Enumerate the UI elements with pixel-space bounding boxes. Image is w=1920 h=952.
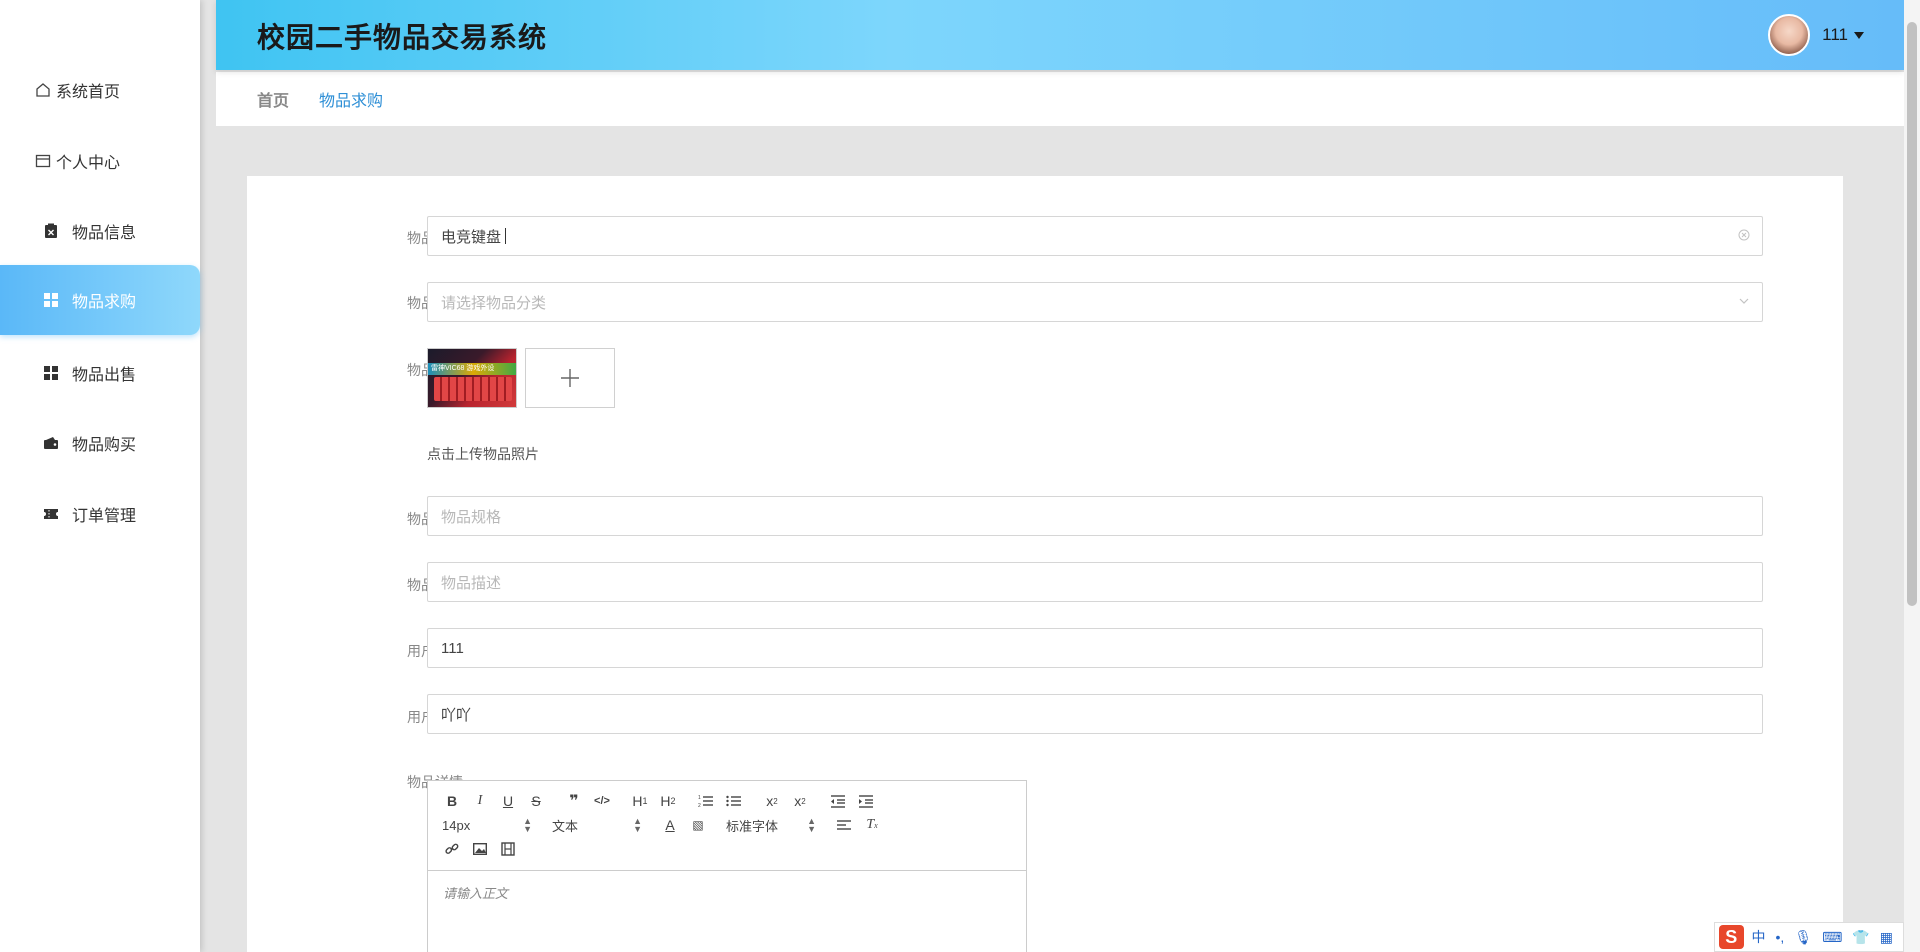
rich-text-editor[interactable]: B I U S ❞ </> H1 H2 12 x2 x2 14px ▲ ▼ 文本… — [427, 780, 1027, 952]
bold-button[interactable]: B — [438, 789, 466, 813]
link-icon[interactable] — [438, 837, 466, 861]
sidebar: 系统首页 个人中心 物品信息 物品求购 物品出售 物品购买 订单管理 — [0, 0, 200, 952]
category-placeholder: 请选择物品分类 — [441, 294, 547, 312]
sidebar-item-label: 物品购买 — [72, 437, 137, 454]
editor-toolbar: B I U S ❞ </> H1 H2 12 x2 x2 14px ▲ ▼ 文本… — [428, 781, 1026, 871]
sidebar-item-home[interactable]: 系统首页 — [0, 55, 200, 125]
page-scrollbar[interactable] — [1904, 0, 1920, 952]
sidebar-item-item-info[interactable]: 物品信息 — [0, 196, 200, 266]
username-input[interactable]: 吖吖 — [427, 694, 1763, 734]
font-size-select[interactable]: 14px ▲ ▼ — [438, 813, 536, 837]
heading2-button[interactable]: H2 — [654, 789, 682, 813]
sidebar-item-label: 物品出售 — [72, 367, 137, 384]
font-family-value: 标准字体 — [726, 818, 779, 834]
thumbnail-keyboard — [434, 377, 512, 401]
form-card: 物品名称 电竞键盘 物品分类 请选择物品分类 物品照片 雷神VIC68 游戏外设… — [247, 176, 1843, 952]
app-title: 校园二手物品交易系统 — [257, 22, 548, 53]
plus-icon — [561, 369, 579, 387]
chevron-down-icon[interactable] — [1738, 295, 1750, 310]
scroll-thumb[interactable] — [1907, 22, 1917, 606]
font-color-icon[interactable]: A — [656, 813, 684, 837]
top-header: 校园二手物品交易系统 111 — [216, 0, 1904, 70]
sidebar-item-label: 物品信息 — [72, 225, 137, 242]
superscript-button[interactable]: x2 — [786, 789, 814, 813]
sidebar-item-orders[interactable]: 订单管理 — [0, 479, 200, 549]
sidebar-item-label: 系统首页 — [56, 84, 121, 101]
username[interactable]: 111 — [1822, 25, 1848, 45]
spec-input[interactable]: 物品规格 — [427, 496, 1763, 536]
purse-icon — [42, 434, 60, 452]
skin-icon[interactable]: 👕 — [1852, 929, 1869, 946]
toolbox-icon[interactable]: ▦ — [1880, 929, 1893, 946]
upload-button[interactable] — [525, 348, 615, 408]
breadcrumb: 首页 物品求购 — [216, 72, 1904, 126]
breadcrumb-current: 物品求购 — [319, 93, 384, 110]
punctuation-icon[interactable]: •, — [1776, 929, 1785, 945]
microphone-icon[interactable]: 🎙 — [1794, 929, 1812, 946]
updown-icon: ▲ ▼ — [523, 816, 532, 834]
outdent-icon[interactable] — [824, 789, 852, 813]
photo-thumbnail[interactable]: 雷神VIC68 游戏外设 — [427, 348, 517, 408]
align-icon[interactable] — [830, 813, 858, 837]
upload-hint: 点击上传物品照片 — [427, 446, 539, 462]
clipboard-icon — [42, 222, 60, 240]
home-icon — [34, 81, 52, 99]
name-input[interactable]: 电竞键盘 — [427, 216, 1763, 256]
block-type-select[interactable]: 文本 ▲ ▼ — [548, 813, 646, 837]
account-input[interactable]: 111 — [427, 628, 1763, 668]
ime-toolbar: S 中 •, 🎙 ⌨ 👕 ▦ — [1714, 922, 1904, 952]
subscript-button[interactable]: x2 — [758, 789, 786, 813]
ordered-list-icon[interactable]: 12 — [692, 789, 720, 813]
indent-icon[interactable] — [852, 789, 880, 813]
background-color-icon[interactable]: ▧ — [684, 813, 712, 837]
bullet-list-icon[interactable] — [720, 789, 748, 813]
sidebar-item-item-purchase[interactable]: 物品购买 — [0, 408, 200, 478]
category-select[interactable]: 请选择物品分类 — [427, 282, 1763, 322]
clear-icon[interactable] — [1738, 229, 1750, 244]
keyboard-icon[interactable]: ⌨ — [1822, 929, 1842, 946]
block-type-value: 文本 — [552, 818, 579, 834]
sidebar-item-label: 物品求购 — [72, 294, 137, 311]
ticket-icon — [42, 505, 60, 523]
spec-placeholder: 物品规格 — [441, 508, 502, 526]
sidebar-item-item-wanted[interactable]: 物品求购 — [0, 265, 200, 335]
thumbnail-caption: 雷神VIC68 游戏外设 — [431, 365, 495, 372]
username-value: 吖吖 — [441, 706, 472, 724]
strike-button[interactable]: S — [522, 789, 550, 813]
text-cursor — [505, 228, 507, 244]
user-menu[interactable]: 111 — [1768, 14, 1864, 56]
desc-placeholder: 物品描述 — [441, 574, 502, 592]
updown-icon: ▲ ▼ — [633, 816, 642, 834]
svg-text:2: 2 — [698, 803, 701, 808]
code-icon[interactable]: </> — [588, 789, 616, 813]
sidebar-item-item-sale[interactable]: 物品出售 — [0, 338, 200, 408]
quote-icon[interactable]: ❞ — [560, 789, 588, 813]
desc-input[interactable]: 物品描述 — [427, 562, 1763, 602]
sogou-logo-icon[interactable]: S — [1719, 925, 1744, 949]
font-size-value: 14px — [442, 817, 471, 833]
account-value: 111 — [441, 639, 464, 657]
sidebar-item-profile[interactable]: 个人中心 — [0, 126, 200, 196]
clear-format-icon[interactable]: Tx — [858, 813, 886, 837]
breadcrumb-home[interactable]: 首页 — [257, 87, 289, 111]
ime-mode[interactable]: 中 — [1752, 927, 1766, 947]
video-icon[interactable] — [494, 837, 522, 861]
image-icon[interactable] — [466, 837, 494, 861]
avatar[interactable] — [1768, 14, 1811, 56]
grid-icon — [42, 364, 60, 382]
underline-button[interactable]: U — [494, 789, 522, 813]
font-family-select[interactable]: 标准字体 ▲ ▼ — [722, 813, 820, 837]
sidebar-item-label: 个人中心 — [56, 155, 121, 172]
caret-down-icon[interactable] — [1854, 31, 1864, 39]
heading1-button[interactable]: H1 — [626, 789, 654, 813]
editor-placeholder[interactable]: 请输入正文 — [428, 871, 1026, 914]
sidebar-item-label: 订单管理 — [72, 508, 137, 525]
name-value: 电竞键盘 — [441, 228, 502, 246]
wallet-icon — [34, 152, 52, 170]
italic-button[interactable]: I — [466, 789, 494, 813]
updown-icon: ▲ ▼ — [807, 816, 816, 834]
svg-text:1: 1 — [698, 795, 701, 801]
grid-icon — [42, 291, 60, 309]
